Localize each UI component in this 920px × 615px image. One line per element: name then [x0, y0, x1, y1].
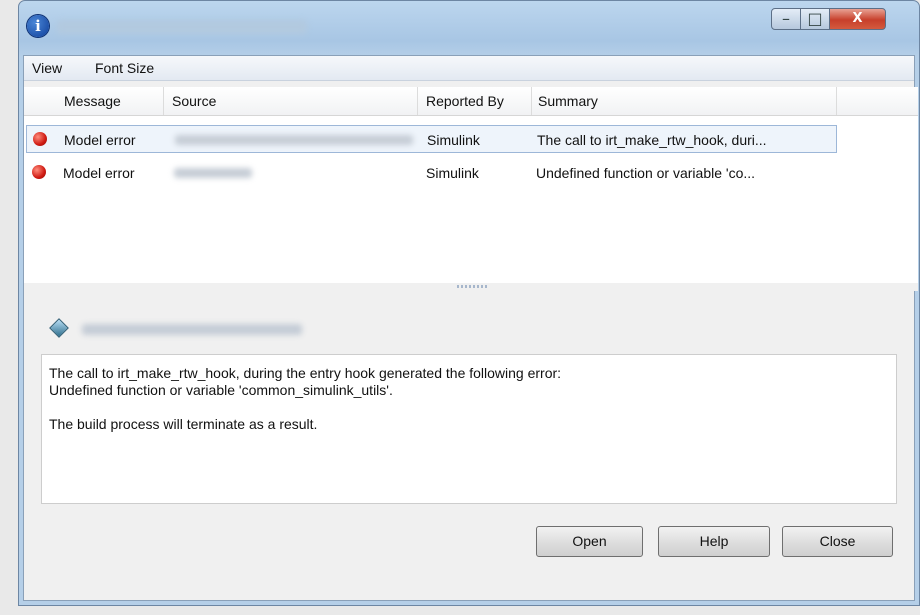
column-divider[interactable]: [163, 87, 164, 115]
maximize-button[interactable]: □: [800, 8, 830, 30]
column-divider[interactable]: [417, 87, 418, 115]
table-header: Message Source Reported By Summary: [24, 87, 918, 116]
message-viewer-window: i – □ X View Font Size Message Source Re…: [18, 0, 920, 606]
error-dot-icon: [33, 132, 47, 146]
open-button[interactable]: Open: [536, 526, 643, 557]
menu-bar: View Font Size: [24, 56, 914, 81]
col-message[interactable]: Message: [64, 93, 121, 109]
title-bar[interactable]: i – □ X: [19, 1, 919, 49]
message-table: Message Source Reported By Summary Model…: [24, 87, 918, 284]
close-window-button[interactable]: X: [829, 8, 886, 30]
detail-blank-line: [49, 399, 889, 416]
pane-splitter[interactable]: [24, 283, 918, 291]
detail-line: The build process will terminate as a re…: [49, 416, 318, 432]
error-dot-icon: [32, 165, 46, 179]
col-summary[interactable]: Summary: [538, 93, 598, 109]
message-details[interactable]: The call to irt_make_rtw_hook, during th…: [41, 354, 897, 504]
splitter-grip-icon[interactable]: [457, 285, 487, 288]
detail-source-blurred: [82, 324, 302, 335]
row-reported-by: Simulink: [426, 165, 479, 181]
column-divider[interactable]: [836, 87, 837, 115]
row-message: Model error: [64, 132, 136, 148]
row-summary: Undefined function or variable 'co...: [536, 165, 756, 181]
row-reported-by: Simulink: [427, 132, 480, 148]
info-icon: i: [27, 15, 49, 37]
window-client-area: View Font Size Message Source Reported B…: [23, 55, 918, 601]
help-button[interactable]: Help: [658, 526, 770, 557]
detail-line: The call to irt_make_rtw_hook, during th…: [49, 365, 562, 381]
row-message: Model error: [63, 165, 135, 181]
col-reported-by[interactable]: Reported By: [426, 93, 504, 109]
row-source-blurred: [175, 135, 413, 145]
detail-line: Undefined function or variable 'common_s…: [49, 382, 393, 398]
window-title-blurred: [57, 20, 307, 34]
column-divider[interactable]: [531, 87, 532, 115]
minimize-button[interactable]: –: [771, 8, 801, 30]
model-block-icon: [49, 318, 69, 338]
col-source[interactable]: Source: [172, 93, 216, 109]
table-row[interactable]: Model error Simulink The call to irt_mak…: [26, 125, 837, 153]
close-button[interactable]: Close: [782, 526, 893, 557]
table-row[interactable]: Model error Simulink Undefined function …: [26, 159, 837, 187]
row-source-blurred: [174, 168, 252, 178]
row-summary: The call to irt_make_rtw_hook, duri...: [537, 132, 767, 148]
menu-font-size[interactable]: Font Size: [95, 60, 154, 76]
menu-view[interactable]: View: [32, 60, 62, 76]
